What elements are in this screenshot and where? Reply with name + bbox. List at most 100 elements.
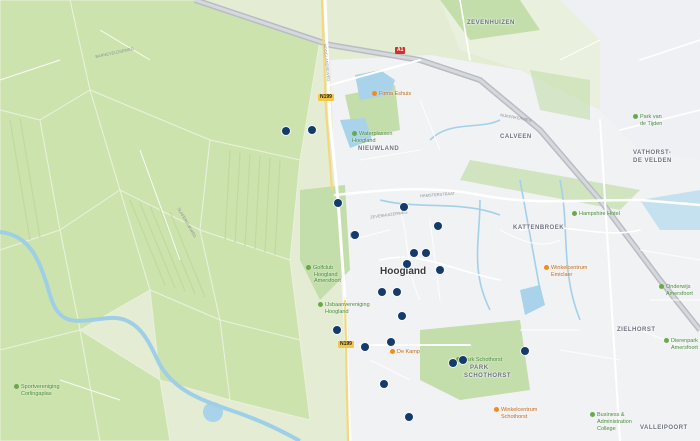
poi-label: Sportvereniging <box>21 384 60 390</box>
poi-business-line2: Administration <box>597 419 632 425</box>
place-label-zevenhuizen: ZEVENHUIZEN <box>467 20 515 26</box>
road-shield-n199-south: N199 <box>338 341 354 348</box>
poi-icon <box>659 284 664 290</box>
poi-label: Corlingaplas <box>21 391 52 397</box>
location-marker[interactable] <box>393 288 401 296</box>
location-marker[interactable] <box>434 222 442 230</box>
poi-onderwijs-line2: Amersfoort <box>666 291 693 297</box>
poi-dierenpark-line2: Amersfoort <box>671 345 698 351</box>
place-label-kattenbroek: KATTENBROEK <box>513 225 565 231</box>
poi-label: Winkelcentrum <box>501 407 538 413</box>
poi-label: IJsbaanvereniging <box>325 302 370 308</box>
poi-waterplassen[interactable]: Waterplassen <box>352 131 392 137</box>
poi-icon <box>390 349 395 355</box>
place-label-zielhorst: ZIELHORST <box>617 327 656 333</box>
poi-label: Firma Eshuis <box>379 91 412 97</box>
poi-label: de Tijden <box>640 121 663 127</box>
location-marker[interactable] <box>380 380 388 388</box>
poi-sportvereniging[interactable]: Sportvereniging <box>14 384 60 390</box>
location-marker[interactable] <box>398 312 406 320</box>
poi-ijsbaan[interactable]: IJsbaanvereniging <box>318 302 370 308</box>
location-marker[interactable] <box>405 413 413 421</box>
location-marker[interactable] <box>459 356 467 364</box>
poi-icon <box>352 131 357 137</box>
poi-winkelcentrum-schothorst[interactable]: Winkelcentrum <box>494 407 537 413</box>
place-label-park: PARK <box>470 365 489 371</box>
poi-label: Administration <box>597 419 632 425</box>
poi-icon <box>306 265 311 271</box>
poi-label: Dierenpark <box>671 338 698 344</box>
location-marker[interactable] <box>449 359 457 367</box>
poi-label: Golfclub <box>313 265 334 271</box>
poi-label: Amersfoort <box>314 278 341 284</box>
location-marker[interactable] <box>334 199 342 207</box>
poi-sport-line2: Corlingaplas <box>21 391 52 397</box>
road-shield-n199: N199 <box>318 94 334 101</box>
poi-label: Winkelcentrum <box>551 265 588 271</box>
poi-icon <box>372 91 377 97</box>
poi-golfclub[interactable]: Golfclub <box>306 265 333 271</box>
poi-label: Hoogland <box>325 309 349 315</box>
location-marker[interactable] <box>308 126 316 134</box>
poi-label: Amersfoort <box>666 291 693 297</box>
location-marker[interactable] <box>403 260 411 268</box>
poi-label: Waterplassen <box>359 131 393 137</box>
place-label-hoogland: Hoogland <box>380 266 427 277</box>
poi-label: College <box>597 426 616 432</box>
place-label-nieuwland: NIEUWLAND <box>358 146 400 152</box>
poi-icon <box>572 211 577 217</box>
location-marker[interactable] <box>400 203 408 211</box>
place-label-valleipoort: VALLEIPOORT <box>640 425 688 431</box>
poi-emiclaer-line2: Emiclaer <box>551 272 572 278</box>
place-label-schothorst: SCHOTHORST <box>464 373 511 379</box>
map-canvas[interactable] <box>0 0 700 441</box>
location-marker[interactable] <box>282 127 290 135</box>
poi-eshuis[interactable]: Firma Eshuis <box>372 91 411 97</box>
location-marker[interactable] <box>521 347 529 355</box>
poi-hampshire-hotel[interactable]: Hampshire Hotel <box>572 211 620 217</box>
poi-park-van-de-tijden[interactable]: Park van <box>633 114 662 120</box>
poi-icon <box>664 338 669 344</box>
poi-label: Park van <box>640 114 662 120</box>
location-marker[interactable] <box>378 288 386 296</box>
location-marker[interactable] <box>333 326 341 334</box>
poi-schothorst-line2: Schothorst <box>501 414 527 420</box>
poi-icon <box>590 412 595 418</box>
place-label-vathorst: VATHORST- <box>633 150 672 156</box>
place-label-de-velden: DE VELDEN <box>633 158 672 164</box>
location-marker[interactable] <box>361 343 369 351</box>
poi-label: Business & <box>597 412 625 418</box>
poi-golfclub-line3: Amersfoort <box>314 278 341 284</box>
location-marker[interactable] <box>410 249 418 257</box>
location-marker[interactable] <box>351 231 359 239</box>
location-marker[interactable] <box>387 338 395 346</box>
poi-business-line3: College <box>597 426 616 432</box>
poi-hoogland-water[interactable]: Hoogland <box>352 138 376 144</box>
poi-icon <box>318 302 323 308</box>
poi-label: Emiclaer <box>551 272 573 278</box>
poi-label: Schothorst <box>501 414 528 420</box>
poi-ijsbaan-line2: Hoogland <box>325 309 349 315</box>
poi-label: Hampshire Hotel <box>579 211 620 217</box>
farmland-fields <box>0 0 321 441</box>
poi-dierenpark[interactable]: Dierenpark <box>664 338 698 344</box>
place-label-calveen: CALVEEN <box>500 134 532 140</box>
poi-icon <box>544 265 549 271</box>
poi-park-tijden-line2: de Tijden <box>640 121 662 127</box>
poi-de-kamp[interactable]: De Kamp <box>390 349 420 355</box>
poi-icon <box>494 407 499 413</box>
poi-onderwijs[interactable]: Onderwijs <box>659 284 690 290</box>
poi-business-college[interactable]: Business & <box>590 412 625 418</box>
location-marker[interactable] <box>436 266 444 274</box>
location-marker[interactable] <box>422 249 430 257</box>
road-shield-a1: A1 <box>395 47 406 54</box>
poi-label: Hoogland <box>352 138 376 144</box>
poi-label: De Kamp <box>397 349 420 355</box>
poi-icon <box>14 384 19 390</box>
poi-icon <box>633 114 638 120</box>
poi-winkelcentrum-emiclaer[interactable]: Winkelcentrum <box>544 265 587 271</box>
poi-label: Park Schothorst <box>463 357 503 363</box>
poi-label: Amersfoort <box>671 345 698 351</box>
poi-label: Onderwijs <box>666 284 691 290</box>
map-view[interactable]: A1 N199 N199 ZEVENHUIZEN NIEUWLAND CALVE… <box>0 0 700 441</box>
